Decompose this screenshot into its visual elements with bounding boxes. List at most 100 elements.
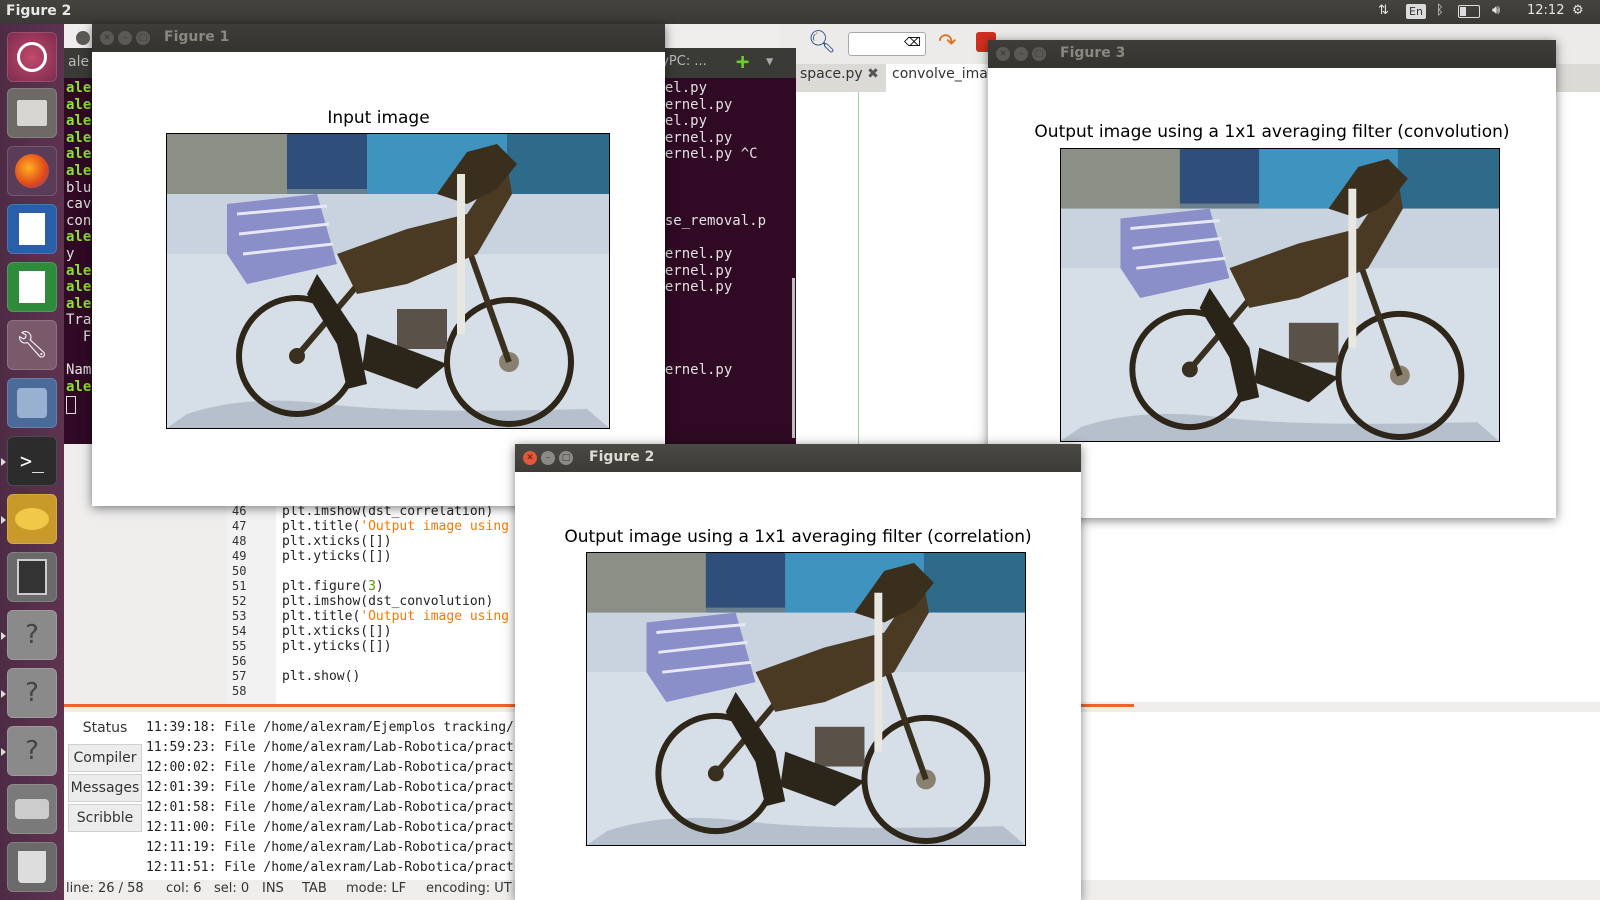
figure3-titlebar[interactable]: ✕ – □ Figure 3	[988, 40, 1556, 68]
calc-spreadsheet-icon[interactable]	[7, 262, 57, 312]
tab-status[interactable]: Status	[68, 714, 142, 742]
line-number: 52	[232, 594, 247, 608]
code-line: plt.yticks([])	[282, 639, 392, 654]
minimize-icon[interactable]: –	[1014, 47, 1028, 61]
bluetooth-icon[interactable]: ᛒ	[1436, 3, 1444, 18]
system-menu-gear-icon[interactable]: ⚙	[1572, 3, 1584, 18]
close-tab-icon[interactable]: ✖	[867, 66, 879, 82]
network-transfer-icon[interactable]: ⇅	[1378, 3, 1389, 18]
insert-mode: INS	[262, 881, 284, 896]
cursor-column: col: 6	[166, 881, 202, 896]
cursor-line: line: 26 / 58	[66, 881, 144, 896]
encoding: encoding: UT	[426, 881, 512, 896]
drive-icon[interactable]	[7, 784, 57, 834]
tab-space-py[interactable]: space.py ✖	[800, 66, 879, 90]
code-line: plt.imshow(dst_correlation)	[282, 504, 494, 519]
firefox-icon[interactable]	[7, 146, 57, 196]
active-window-title: Figure 2	[6, 3, 72, 19]
window-title: Figure 2	[589, 449, 655, 465]
figure1-window: ✕ – □ Figure 1 Input image	[76, 24, 665, 506]
plot-title: Output image using a 1x1 averaging filte…	[564, 527, 1032, 547]
minimize-icon[interactable]: –	[541, 451, 555, 465]
close-icon[interactable]	[76, 31, 90, 45]
maximize-icon[interactable]: □	[136, 31, 150, 45]
trash-icon[interactable]	[7, 842, 57, 892]
terminal-line: ale	[66, 129, 92, 146]
file-cabinet-icon[interactable]	[7, 88, 57, 138]
unknown-app-icon[interactable]: ?	[1, 610, 57, 660]
figure2-window: ✕ – □ Figure 2 Output image using a 1x1 …	[515, 444, 1081, 900]
plot-title: Output image using a 1x1 averaging filte…	[1034, 122, 1510, 142]
line-number: 57	[232, 669, 247, 683]
ubuntu-dash-icon[interactable]	[7, 32, 57, 82]
line-number: 56	[232, 654, 247, 668]
maximize-icon[interactable]: □	[1032, 47, 1046, 61]
code-line: plt.imshow(dst_convolution)	[282, 594, 494, 609]
status-message: 12:11:00: File /home/alexram/Lab-Robotic…	[146, 820, 561, 835]
launcher: 🔧︎ >_ ? ? ?	[0, 24, 64, 900]
genie-lamp-icon[interactable]	[1, 494, 57, 544]
terminal-scrollbar[interactable]	[792, 278, 795, 438]
battery-icon[interactable]	[1458, 5, 1480, 18]
horse-bike-photo	[587, 553, 1025, 845]
tab-messages[interactable]: Messages	[68, 774, 142, 802]
clear-icon[interactable]: ⌫	[904, 35, 921, 49]
top-panel: Figure 2 ⇅ En ᛒ 🔊︎ 12:12 ⚙	[0, 0, 1600, 24]
terminal-line: Tra	[66, 312, 92, 329]
search-icon[interactable]: 🔍︎	[808, 30, 836, 55]
terminal-line: ale	[66, 163, 92, 179]
figure1-titlebar[interactable]: ✕ – □ Figure 1	[76, 24, 665, 52]
line-number: 50	[232, 564, 247, 578]
terminal-line: ale	[66, 146, 92, 163]
horse-bike-photo	[1061, 149, 1499, 441]
figure2-titlebar[interactable]: ✕ – □ Figure 2	[515, 444, 1081, 472]
terminal-line: ale	[66, 229, 92, 246]
search-input[interactable]: ⌫	[848, 32, 926, 56]
convolution-output-image	[1060, 148, 1500, 442]
code-line: plt.show()	[282, 669, 361, 684]
code-editor[interactable]: plt.imshow(dst_correlation) plt.title('O…	[276, 500, 516, 705]
writer-icon[interactable]	[7, 204, 57, 254]
terminal-cursor	[66, 396, 76, 414]
system-settings-icon[interactable]: 🔧︎	[7, 320, 57, 370]
close-icon[interactable]: ✕	[523, 451, 537, 465]
new-tab-plus-icon[interactable]: +	[736, 50, 749, 75]
status-message: 11:39:18: File /home/alexram/Ejemplos tr…	[146, 720, 561, 735]
status-message: 12:01:58: File /home/alexram/Lab-Robotic…	[146, 800, 561, 815]
minimize-icon[interactable]: –	[118, 31, 132, 45]
code-token: plt.title(	[282, 609, 361, 624]
tab-scribble[interactable]: Scribble	[68, 804, 142, 832]
line-ending-mode: mode: LF	[346, 881, 407, 896]
status-message: 12:11:19: File /home/alexram/Lab-Robotic…	[146, 840, 561, 855]
terminal-tab[interactable]: ale	[68, 54, 89, 70]
line-number: 53	[232, 609, 247, 623]
code-token: plt.title(	[282, 519, 361, 534]
jump-icon[interactable]: ↷	[938, 30, 956, 55]
plot-title: Input image	[327, 108, 430, 128]
unknown-app-icon[interactable]: ?	[1, 668, 57, 718]
volume-icon[interactable]: 🔊︎	[1492, 3, 1500, 18]
keyboard-layout-indicator[interactable]: En	[1406, 4, 1426, 19]
unknown-app-icon[interactable]: ?	[1, 726, 57, 776]
terminal-line: Nam	[66, 362, 92, 379]
calculator-icon[interactable]	[7, 552, 57, 602]
correlation-output-image	[586, 552, 1026, 846]
line-number: 58	[232, 684, 247, 698]
terminal-line: ale	[66, 279, 92, 296]
close-icon[interactable]: ✕	[100, 31, 114, 45]
terminal-line: ale	[66, 378, 92, 395]
code-token: plt.figure(	[282, 579, 369, 594]
software-center-icon[interactable]	[7, 378, 57, 428]
tab-compiler[interactable]: Compiler	[68, 744, 142, 772]
clock[interactable]: 12:12	[1527, 3, 1564, 18]
terminal-line: cav	[66, 196, 92, 213]
terminal-line: ale	[66, 295, 92, 312]
close-icon[interactable]: ✕	[996, 47, 1010, 61]
code-number: 3	[368, 579, 376, 594]
window-title: Figure 1	[164, 29, 230, 45]
tab-menu-chevron-down-icon[interactable]: ▼	[766, 54, 773, 68]
code-line: plt.title('Output image using	[282, 609, 509, 624]
window-title: Figure 3	[1060, 45, 1126, 61]
maximize-icon[interactable]: □	[559, 451, 573, 465]
terminal-icon[interactable]: >_	[1, 436, 57, 486]
